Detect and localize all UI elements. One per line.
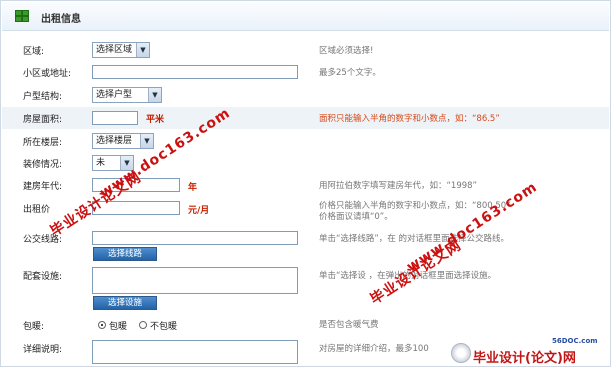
grid-icon	[15, 10, 29, 22]
region-label: 区域:	[23, 47, 45, 57]
description-hint: 对房屋的详细介绍，最多100	[319, 344, 429, 354]
area-hint: 面积只能输入半角的数字和小数点，如：“86.5”	[319, 114, 500, 124]
address-input[interactable]	[92, 65, 298, 79]
heating-included-radio[interactable]	[98, 321, 106, 329]
region-select[interactable]: 选择区域 ▼	[92, 42, 150, 58]
heating-excluded-label: 不包暖	[150, 322, 178, 332]
build-year-hint: 用阿拉伯数字填写建房年代，如：“1998”	[319, 181, 477, 191]
heating-included-label: 包暖	[109, 322, 128, 332]
chevron-down-icon: ▼	[136, 43, 149, 57]
logo-site: 56DOC.com	[552, 337, 598, 345]
chevron-down-icon: ▼	[140, 134, 153, 148]
build-year-unit: 年	[188, 183, 198, 193]
select-bus-route-button[interactable]: 选择线路	[93, 247, 157, 261]
area-label: 房屋面积:	[23, 115, 63, 125]
floor-label: 所在楼层:	[23, 138, 63, 148]
bus-input[interactable]	[92, 231, 298, 245]
description-label: 详细说明:	[23, 345, 63, 355]
bus-hint: 单击“选择线路”，在 的对话框里面选择公交路线。	[319, 234, 510, 244]
row-decoration: 装修情况: 未 ▼	[2, 152, 609, 174]
row-region: 区域: 选择区域 ▼ 区域必须选择!	[2, 39, 609, 61]
build-year-label: 建房年代:	[23, 182, 63, 192]
address-label: 小区或地址:	[23, 69, 72, 79]
site-logo: 56DOC.com 毕业设计(论文)网	[441, 337, 607, 366]
row-address: 小区或地址: 最多25个文字。	[2, 61, 609, 83]
rent-label: 出租价	[23, 205, 51, 215]
layout-label: 户型结构:	[23, 92, 63, 102]
region-hint: 区域必须选择!	[319, 46, 374, 56]
description-textarea[interactable]	[92, 340, 298, 364]
floor-select[interactable]: 选择楼层 ▼	[92, 133, 154, 149]
row-area: 房屋面积: 平米 面积只能输入半角的数字和小数点，如：“86.5”	[2, 107, 609, 129]
facilities-label: 配套设施:	[23, 272, 63, 282]
row-facilities: 配套设施: 选择设施 单击“选择设 ，在弹出的对话框里面选择设施。	[2, 264, 609, 311]
panel-header: 出租信息	[2, 2, 609, 31]
chevron-down-icon: ▼	[148, 88, 161, 102]
area-input[interactable]	[92, 111, 138, 125]
rent-hint-2: 价格面议请填“0”。	[319, 212, 393, 222]
facilities-textarea[interactable]	[92, 267, 298, 294]
decoration-label: 装修情况:	[23, 160, 63, 170]
panel-title: 出租信息	[41, 14, 81, 25]
heating-excluded-radio[interactable]	[139, 321, 147, 329]
rent-unit: 元/月	[188, 206, 210, 216]
layout-select[interactable]: 选择户型 ▼	[92, 87, 162, 103]
logo-name: 毕业设计(论文)网	[473, 351, 576, 366]
row-floor: 所在楼层: 选择楼层 ▼	[2, 130, 609, 152]
area-unit: 平米	[146, 115, 165, 125]
row-layout: 户型结构: 选择户型 ▼	[2, 84, 609, 106]
row-heating: 包暖: 包暖 不包暖 是否包含暖气费	[2, 314, 609, 336]
address-hint: 最多25个文字。	[319, 68, 381, 78]
rental-info-panel: 出租信息 区域: 选择区域 ▼ 区域必须选择! 小区或地址: 最多25个文字。 户…	[0, 0, 611, 367]
heating-label: 包暖:	[23, 322, 45, 332]
select-facilities-button[interactable]: 选择设施	[93, 296, 157, 310]
logo-icon	[451, 343, 471, 363]
row-bus: 公交线路: 选择线路 单击“选择线路”，在 的对话框里面选择公交路线。	[2, 227, 609, 263]
heating-hint: 是否包含暖气费	[319, 320, 379, 330]
